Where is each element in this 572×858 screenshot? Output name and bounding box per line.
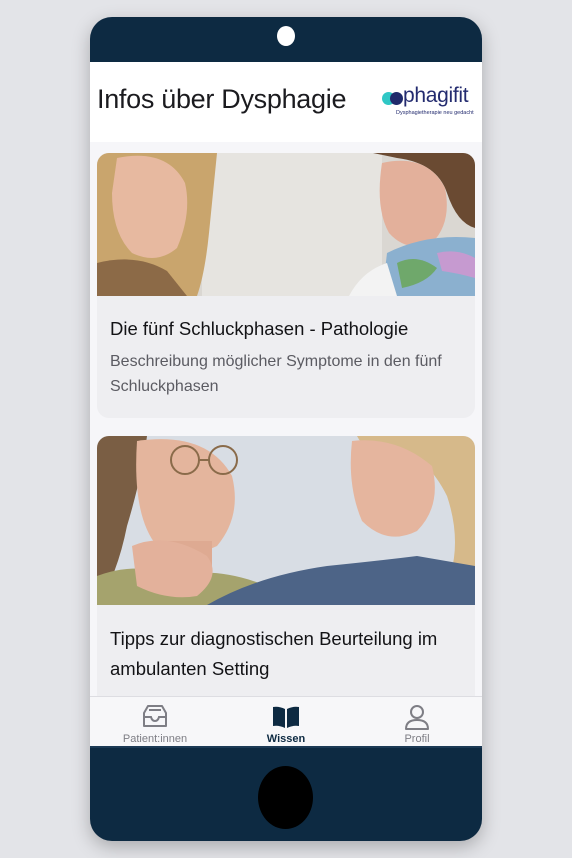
tab-label: Patient:innen [122,733,188,745]
tab-profil[interactable]: Profil [352,697,482,746]
article-card[interactable]: Tipps zur diagnostischen Beurteilung im … [97,436,475,726]
bottom-tab-bar: Patient:innen Wissen Profil [90,696,482,746]
tab-label: Profil [404,733,430,745]
page-title: Infos über Dysphagie [97,84,347,114]
front-camera [277,26,295,46]
logo-tagline: Dysphagietherapie neu gedacht [396,110,474,116]
card-title: Tipps zur diagnostischen Beurteilung im … [110,628,438,679]
device-frame: Infos über Dysphagie phagifit Dysphagiet… [90,17,482,841]
card-photo-two-therapists [97,153,475,296]
inbox-tray-icon [143,705,167,727]
home-button[interactable] [258,766,313,829]
tab-patients[interactable]: Patient:innen [90,697,220,746]
card-photo-neck-examination [97,436,475,605]
logo-wordmark: phagifit [403,84,469,107]
page-header: Infos über Dysphagie phagifit Dysphagiet… [90,62,482,142]
person-icon [405,705,429,730]
card-title: Die fünf Schluckphasen - Pathologie [110,318,409,339]
tab-label: Wissen [266,733,306,745]
logo-mark-icon [382,91,404,105]
app-screen: Infos über Dysphagie phagifit Dysphagiet… [90,62,482,746]
screen-divider [90,746,482,748]
tab-wissen[interactable]: Wissen [221,697,351,746]
open-book-icon [273,706,299,728]
article-card[interactable]: Die fünf Schluckphasen - Pathologie Besc… [97,153,475,418]
phagifit-logo: phagifit Dysphagietherapie neu gedacht [380,84,482,118]
card-description: Beschreibung möglicher Symptome in den f… [110,353,442,395]
